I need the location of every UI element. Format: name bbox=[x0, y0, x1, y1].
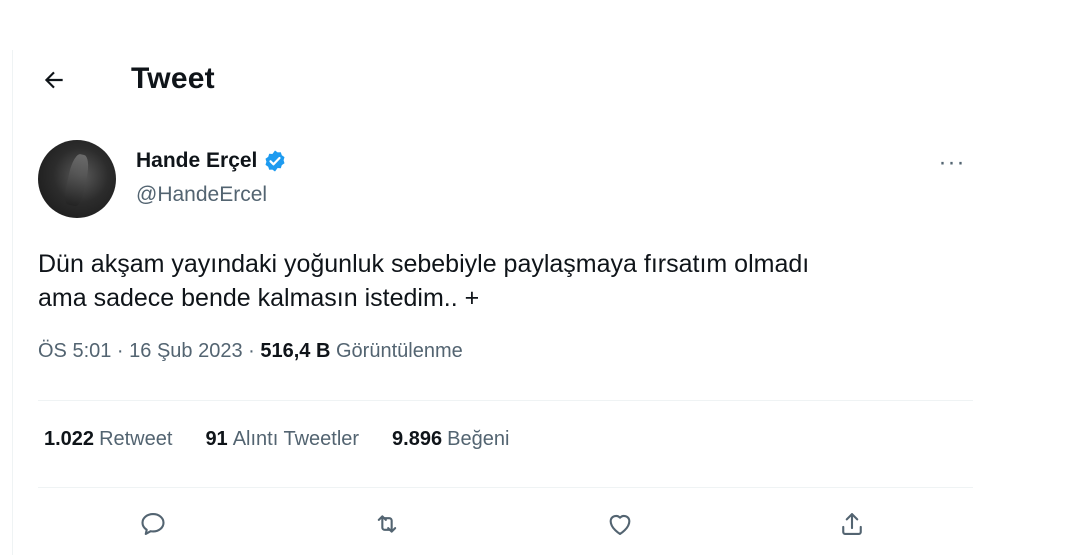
retweet-button[interactable] bbox=[367, 504, 407, 544]
heart-icon bbox=[609, 514, 631, 535]
views-label: Görüntülenme bbox=[330, 340, 463, 362]
tweet-text-line: Dün akşam yayındaki yoğunluk sebebiyle p… bbox=[38, 250, 810, 278]
tweet-text: Dün akşam yayındaki yoğunluk sebebiyle p… bbox=[38, 247, 998, 315]
quotes-stat[interactable]: 91 Alıntı Tweetler bbox=[205, 428, 359, 451]
divider bbox=[38, 487, 973, 488]
like-button[interactable] bbox=[600, 504, 640, 544]
tweet-header: Tweet bbox=[0, 50, 1083, 110]
reply-button[interactable] bbox=[133, 504, 173, 544]
author-name-row[interactable]: Hande Erçel bbox=[136, 149, 287, 173]
more-options-button[interactable]: ··· bbox=[932, 148, 972, 178]
back-button[interactable] bbox=[34, 60, 74, 100]
divider bbox=[38, 400, 973, 401]
arrow-left-icon bbox=[44, 71, 63, 89]
likes-label: Beğeni bbox=[447, 428, 510, 450]
tweet-meta: ÖS 5:01 · 16 Şub 2023 · 516,4 B Görüntül… bbox=[38, 340, 463, 363]
reply-icon bbox=[141, 513, 165, 535]
share-icon bbox=[842, 513, 862, 535]
author-avatar[interactable] bbox=[38, 140, 116, 218]
quotes-count: 91 bbox=[205, 428, 228, 450]
retweets-label: Retweet bbox=[99, 428, 173, 450]
views-count: 516,4 B bbox=[260, 340, 331, 362]
retweet-icon bbox=[377, 515, 397, 533]
tweet-timestamp[interactable]: ÖS 5:01 · 16 Şub 2023 · bbox=[38, 340, 260, 362]
tweet-text-line: ama sadece bende kalmasın istedim.. + bbox=[38, 284, 480, 312]
quotes-label: Alıntı Tweetler bbox=[232, 428, 360, 450]
share-button[interactable] bbox=[832, 504, 872, 544]
verified-badge-icon bbox=[265, 150, 285, 172]
page-title: Tweet bbox=[131, 62, 215, 95]
retweets-count: 1.022 bbox=[44, 428, 95, 450]
timeline-left-border bbox=[12, 50, 13, 555]
likes-stat[interactable]: 9.896 Beğeni bbox=[392, 428, 509, 451]
retweets-stat[interactable]: 1.022 Retweet bbox=[44, 428, 172, 451]
likes-count: 9.896 bbox=[392, 428, 443, 450]
author-name[interactable]: Hande Erçel bbox=[136, 149, 257, 173]
tweet-stats: 1.022 Retweet 91 Alıntı Tweetler 9.896 Beğe… bbox=[44, 428, 509, 451]
author-handle[interactable]: @HandeErcel bbox=[136, 183, 267, 207]
